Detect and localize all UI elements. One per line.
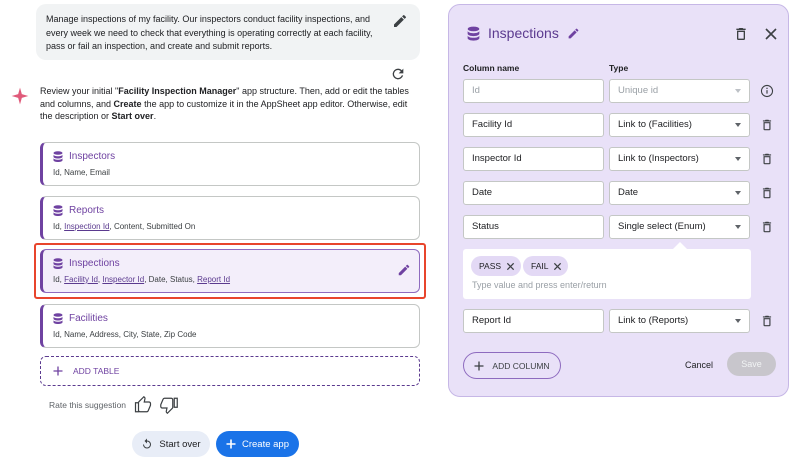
column-name-input[interactable]: Report Id xyxy=(463,309,604,333)
table-card-facilities[interactable]: Facilities Id, Name, Address, City, Stat… xyxy=(40,304,420,348)
table-card-reports[interactable]: Reports Id, Inspection Id, Content, Subm… xyxy=(40,196,420,240)
table-name: Facilities xyxy=(69,313,108,324)
table-card-inspections[interactable]: Inspections Id, Facility Id, Inspector I… xyxy=(40,249,420,293)
prompt-text: Manage inspections of my facility. Our i… xyxy=(46,14,373,51)
instructions-text: Review your initial "Facility Inspection… xyxy=(40,86,409,121)
table-columns: Id, Name, Email xyxy=(53,168,110,177)
plus-icon xyxy=(226,439,236,449)
restart-icon xyxy=(143,438,152,449)
pencil-icon[interactable] xyxy=(392,13,408,29)
create-app-button[interactable]: Create app xyxy=(216,431,299,457)
pencil-icon[interactable] xyxy=(567,27,580,40)
type-header: Type xyxy=(609,63,629,73)
column-link: Inspection Id xyxy=(64,222,110,231)
column-name-input[interactable]: Facility Id xyxy=(463,113,604,137)
column-name-input[interactable]: Id xyxy=(463,79,604,103)
sparkle-icon xyxy=(11,87,29,105)
column-type-select[interactable]: Single select (Enum) xyxy=(609,215,750,239)
table-editor-panel: Inspections Column name Type Id Unique i… xyxy=(448,4,789,397)
close-icon[interactable] xyxy=(506,262,515,271)
panel-title: Inspections xyxy=(467,25,580,41)
enum-values-editor[interactable]: PASS FAIL Type value and press enter/ret… xyxy=(463,249,751,299)
trash-icon[interactable] xyxy=(760,220,774,234)
column-type-select[interactable]: Link to (Reports) xyxy=(609,309,750,333)
column-name-input[interactable]: Inspector Id xyxy=(463,147,604,171)
column-name-input[interactable]: Date xyxy=(463,181,604,205)
thumbs-up-icon[interactable] xyxy=(134,396,152,414)
thumbs-down-icon[interactable] xyxy=(160,396,178,414)
plus-icon xyxy=(53,366,63,376)
plus-icon xyxy=(474,361,484,370)
table-columns: Id, Facility Id, Inspector Id, Date, Sta… xyxy=(53,275,231,284)
table-columns: Id, Inspection Id, Content, Submitted On xyxy=(53,222,196,231)
add-column-button[interactable]: ADD COLUMN xyxy=(463,352,561,379)
database-icon xyxy=(467,26,480,41)
database-icon xyxy=(53,151,63,162)
enum-chip[interactable]: FAIL xyxy=(523,256,569,276)
add-table-button[interactable]: ADD TABLE xyxy=(40,356,420,386)
database-icon xyxy=(53,313,63,324)
rate-suggestion: Rate this suggestion xyxy=(49,396,178,414)
app-name: Facility Inspection Manager xyxy=(118,86,237,96)
column-type-select[interactable]: Link to (Inspectors) xyxy=(609,147,750,171)
table-card-inspectors[interactable]: Inspectors Id, Name, Email xyxy=(40,142,420,186)
cancel-button[interactable]: Cancel xyxy=(685,360,713,370)
column-type-select[interactable]: Date xyxy=(609,181,750,205)
table-name: Inspections xyxy=(69,258,120,269)
column-name-input[interactable]: Status xyxy=(463,215,604,239)
save-button[interactable]: Save xyxy=(727,352,776,376)
info-icon[interactable] xyxy=(760,84,774,98)
trash-icon[interactable] xyxy=(760,118,774,132)
enum-chip[interactable]: PASS xyxy=(471,256,522,276)
table-name: Reports xyxy=(69,205,105,216)
trash-icon[interactable] xyxy=(760,186,774,200)
prompt-description[interactable]: Manage inspections of my facility. Our i… xyxy=(36,4,420,60)
database-icon xyxy=(53,258,63,269)
column-name-header: Column name xyxy=(463,63,520,73)
trash-icon[interactable] xyxy=(760,314,774,328)
refresh-icon[interactable] xyxy=(390,66,406,82)
column-type-select: Unique id xyxy=(609,79,750,103)
trash-icon[interactable] xyxy=(733,26,749,42)
database-icon xyxy=(53,205,63,216)
close-icon[interactable] xyxy=(764,27,778,41)
rate-label: Rate this suggestion xyxy=(49,400,127,410)
pencil-icon[interactable] xyxy=(397,263,411,277)
column-type-select[interactable]: Link to (Facilities) xyxy=(609,113,750,137)
enum-value-input[interactable]: Type value and press enter/return xyxy=(472,280,607,290)
table-columns: Id, Name, Address, City, State, Zip Code xyxy=(53,330,197,339)
close-icon[interactable] xyxy=(553,262,562,271)
table-name: Inspectors xyxy=(69,151,116,162)
start-over-button[interactable]: Start over xyxy=(132,431,210,457)
trash-icon[interactable] xyxy=(760,152,774,166)
